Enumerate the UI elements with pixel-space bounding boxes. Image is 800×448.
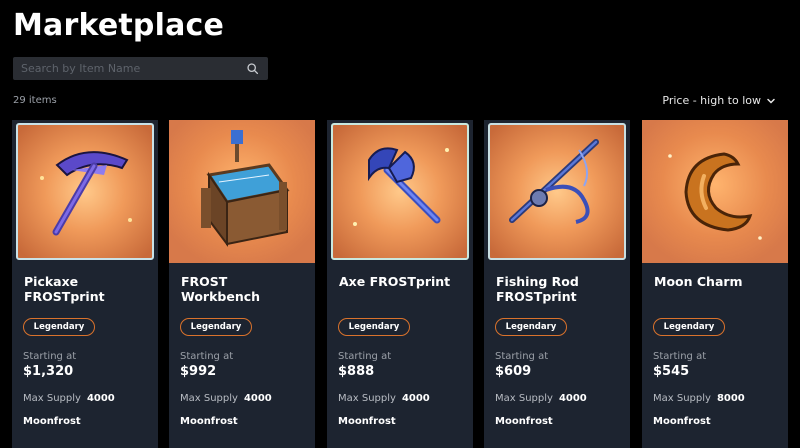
starting-label: Starting at — [23, 351, 77, 362]
item-image — [327, 120, 473, 263]
supply-value: 4000 — [401, 393, 430, 404]
supply-value: 4000 — [86, 393, 115, 404]
page-title: Marketplace — [13, 8, 225, 43]
chevron-down-icon — [767, 98, 775, 104]
max-supply: Max Supply 4000 — [180, 393, 272, 404]
supply-label: Max Supply — [23, 393, 81, 404]
rarity-badge: Legendary — [653, 318, 725, 336]
starting-label: Starting at — [338, 351, 392, 362]
item-creator: Moonfrost — [23, 416, 81, 427]
search-icon[interactable] — [246, 62, 259, 75]
item-image — [642, 120, 788, 263]
item-image — [484, 120, 630, 263]
item-name: Axe FROSTprint — [339, 274, 451, 289]
item-card[interactable]: Pickaxe FROSTprint Legendary Starting at… — [12, 120, 158, 448]
sort-dropdown[interactable]: Price - high to low — [662, 94, 776, 107]
search-bar — [13, 57, 268, 80]
item-price: $609 — [495, 364, 532, 379]
moon-charm-icon — [642, 120, 788, 263]
starting-label: Starting at — [495, 351, 549, 362]
item-grid: Pickaxe FROSTprint Legendary Starting at… — [12, 120, 800, 448]
item-creator: Moonfrost — [653, 416, 711, 427]
supply-value: 8000 — [716, 393, 745, 404]
rarity-badge: Legendary — [495, 318, 567, 336]
max-supply: Max Supply 4000 — [495, 393, 587, 404]
item-card[interactable]: Axe FROSTprint Legendary Starting at $88… — [327, 120, 473, 448]
rarity-badge: Legendary — [180, 318, 252, 336]
item-name: FROST Workbench — [181, 274, 261, 304]
item-name: Pickaxe FROSTprint — [24, 274, 105, 304]
item-image — [169, 120, 315, 263]
max-supply: Max Supply 8000 — [653, 393, 745, 404]
item-count: 29 items — [13, 95, 57, 106]
item-name: Fishing Rod FROSTprint — [496, 274, 579, 304]
search-input[interactable] — [13, 57, 241, 80]
workbench-icon — [169, 120, 315, 263]
sort-label: Price - high to low — [662, 94, 761, 107]
item-price: $992 — [180, 364, 217, 379]
item-card[interactable]: FROST Workbench Legendary Starting at $9… — [169, 120, 315, 448]
item-card[interactable]: Fishing Rod FROSTprint Legendary Startin… — [484, 120, 630, 448]
item-name: Moon Charm — [654, 274, 743, 289]
fishing-rod-icon — [484, 120, 630, 263]
supply-label: Max Supply — [653, 393, 711, 404]
item-card[interactable]: Moon Charm Legendary Starting at $545 Ma… — [642, 120, 788, 448]
item-price: $1,320 — [23, 364, 74, 379]
item-creator: Moonfrost — [180, 416, 238, 427]
item-creator: Moonfrost — [338, 416, 396, 427]
supply-value: 4000 — [558, 393, 587, 404]
supply-label: Max Supply — [495, 393, 553, 404]
supply-label: Max Supply — [180, 393, 238, 404]
supply-label: Max Supply — [338, 393, 396, 404]
max-supply: Max Supply 4000 — [338, 393, 430, 404]
item-price: $888 — [338, 364, 375, 379]
starting-label: Starting at — [653, 351, 707, 362]
rarity-badge: Legendary — [338, 318, 410, 336]
max-supply: Max Supply 4000 — [23, 393, 115, 404]
item-price: $545 — [653, 364, 690, 379]
item-creator: Moonfrost — [495, 416, 553, 427]
axe-icon — [327, 120, 473, 263]
pickaxe-icon — [12, 120, 158, 263]
rarity-badge: Legendary — [23, 318, 95, 336]
item-image — [12, 120, 158, 263]
starting-label: Starting at — [180, 351, 234, 362]
supply-value: 4000 — [243, 393, 272, 404]
